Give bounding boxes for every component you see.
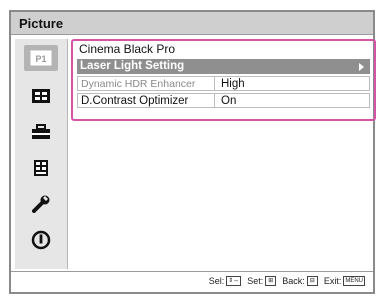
menu-title: Cinema Black Pro	[79, 42, 176, 56]
row-label: D.Contrast Optimizer	[81, 95, 189, 107]
row-divider	[214, 77, 215, 90]
wrench-icon	[32, 195, 50, 213]
main-panel: Cinema Black Pro Laser Light Setting Dyn…	[71, 39, 376, 269]
information-icon	[31, 230, 51, 250]
row-value: High	[221, 78, 245, 90]
sidebar-item-function[interactable]	[24, 155, 58, 181]
sidebar: P1	[15, 39, 68, 269]
hint-back: Back: ⊟	[282, 276, 318, 286]
menu-row-d-contrast-optimizer[interactable]: D.Contrast Optimizer On	[77, 93, 370, 108]
hint-select: Sel: ⇕⇔	[209, 276, 242, 286]
menu-window: Picture P1 Cinema Black Pro Laser Light …	[9, 10, 376, 294]
hint-set: Set: ⊞	[247, 276, 277, 286]
menu-row-dynamic-hdr-enhancer[interactable]: Dynamic HDR Enhancer High	[77, 76, 370, 91]
row-value: On	[221, 95, 237, 107]
hint-label: Set:	[247, 276, 264, 286]
footer-hints: Sel: ⇕⇔ Set: ⊞ Back: ⊟ Exit: MENU	[11, 271, 373, 292]
window-title: Picture	[19, 16, 64, 31]
svg-text:P1: P1	[35, 54, 46, 64]
sidebar-item-installation[interactable]	[24, 191, 58, 217]
sidebar-item-picture[interactable]: P1	[24, 45, 58, 71]
arrow-keys-icon: ⇕⇔	[226, 276, 242, 286]
sidebar-item-screen[interactable]	[24, 83, 58, 109]
back-key-icon: ⊟	[306, 276, 318, 286]
hint-label: Back:	[282, 276, 305, 286]
setup-icon	[32, 124, 50, 139]
menu-key-icon: MENU	[343, 276, 365, 286]
row-label: Dynamic HDR Enhancer	[81, 78, 196, 90]
row-divider	[214, 94, 215, 107]
sidebar-item-information[interactable]	[24, 227, 58, 253]
chevron-right-icon	[359, 63, 364, 71]
hint-exit: Exit: MENU	[324, 276, 365, 286]
hint-label: Exit:	[323, 276, 342, 286]
title-bar: Picture	[11, 12, 373, 35]
picture-icon: P1	[30, 50, 52, 66]
screen-icon	[32, 89, 50, 103]
hint-label: Sel:	[208, 276, 225, 286]
sidebar-item-setup[interactable]	[24, 119, 58, 145]
row-label: Laser Light Setting	[80, 60, 185, 72]
menu-row-laser-light-setting[interactable]: Laser Light Setting	[77, 59, 370, 74]
function-icon	[34, 160, 48, 176]
enter-key-icon: ⊞	[265, 276, 277, 286]
